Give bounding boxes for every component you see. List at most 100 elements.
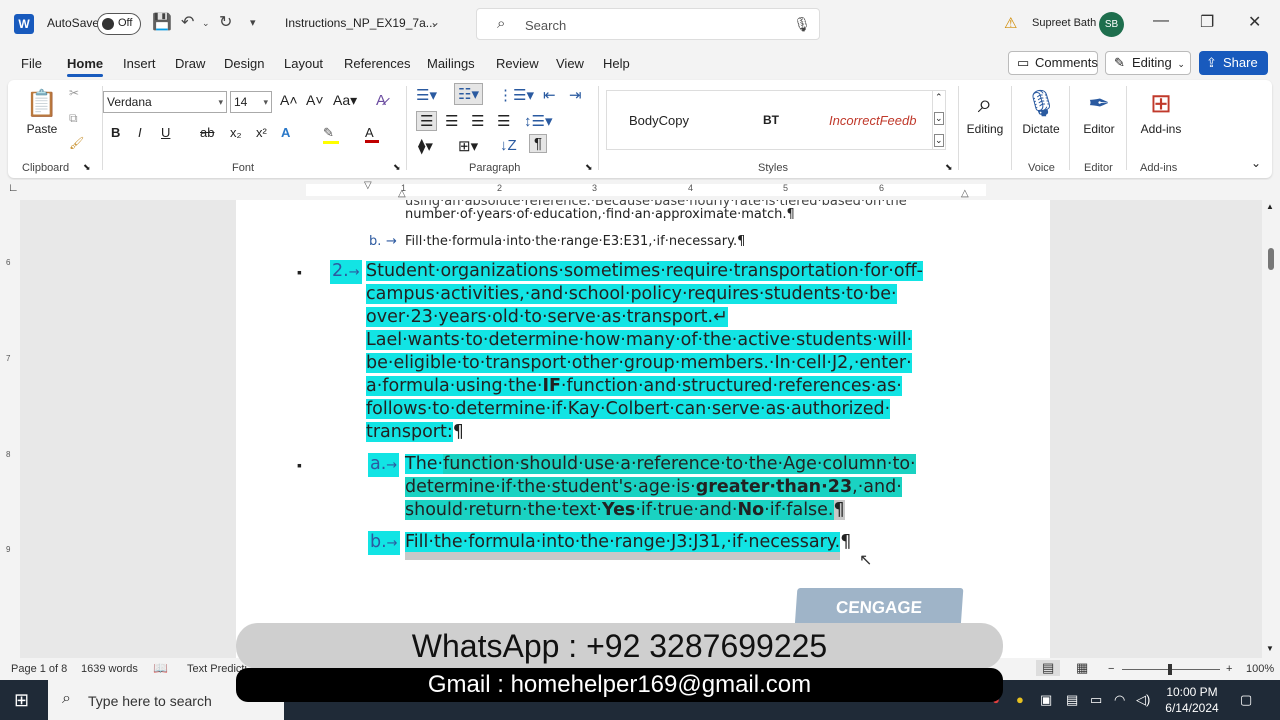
borders-icon[interactable]: ⊞▾	[458, 137, 478, 155]
zoom-in-icon[interactable]: +	[1226, 663, 1232, 675]
align-right-icon[interactable]: ☰	[471, 112, 484, 130]
chevron-down-icon[interactable]: ⌄	[934, 112, 944, 125]
editor-button[interactable]: ✒ Editor	[1074, 84, 1124, 136]
tab-selector-icon[interactable]: ∟	[8, 182, 19, 194]
search-box[interactable]: ⌕ Search 🎙	[476, 8, 820, 40]
tab-draw[interactable]: Draw	[175, 56, 205, 71]
align-center-icon[interactable]: ☰	[445, 112, 458, 130]
first-line-indent-marker[interactable]: ▽	[364, 180, 372, 191]
zoom-out-icon[interactable]: −	[1108, 663, 1114, 675]
superscript-icon[interactable]: x²	[256, 125, 267, 140]
styles-scroll[interactable]: ⌃ ⌄ ⌄	[932, 90, 946, 150]
wifi-icon[interactable]: ◠	[1114, 692, 1125, 708]
tab-home[interactable]: Home	[67, 56, 104, 77]
multilevel-list-icon[interactable]: ⋮☰▾	[498, 86, 534, 104]
bold-icon[interactable]: B	[111, 125, 120, 140]
web-layout-icon[interactable]: ▦	[1076, 660, 1088, 676]
show-formatting-marks-icon[interactable]: ¶	[529, 134, 548, 153]
format-painter-icon[interactable]: 🖌	[69, 136, 84, 150]
increase-indent-icon[interactable]: ⇥	[569, 86, 582, 104]
close-icon[interactable]: ✕	[1248, 12, 1261, 32]
restore-icon[interactable]: ❐	[1200, 12, 1214, 32]
autosave-toggle[interactable]: Off	[97, 13, 141, 35]
tab-references[interactable]: References	[344, 56, 410, 71]
tab-review[interactable]: Review	[496, 56, 539, 71]
windows-start-icon[interactable]: ⊞	[14, 690, 29, 711]
tab-help[interactable]: Help	[603, 56, 630, 71]
align-left-icon[interactable]: ☰	[416, 111, 438, 131]
clipboard-launcher-icon[interactable]: ⬊	[83, 162, 91, 173]
paste-button[interactable]: 📋 Paste	[22, 84, 62, 136]
list-item-text[interactable]: The·function·should·use·a·reference·to·t…	[405, 453, 985, 522]
style-incorrectfeedback[interactable]: IncorrectFeedb	[829, 113, 927, 128]
battery-icon[interactable]: ▭	[1090, 692, 1102, 708]
copy-icon[interactable]: ⧉	[69, 111, 78, 126]
title-dropdown-icon[interactable]: ⌄	[430, 15, 440, 29]
list-item-text[interactable]: Fill·the·formula·into·the·range·J3:J31,·…	[405, 531, 851, 560]
volume-icon[interactable]: ◁)	[1136, 692, 1150, 708]
system-clock[interactable]: 10:00 PM 6/14/2024	[1156, 684, 1228, 716]
highlight-color-icon[interactable]: ✎	[323, 125, 339, 144]
zoom-slider-thumb[interactable]	[1168, 664, 1172, 675]
page-count[interactable]: Page 1 of 8	[11, 663, 67, 675]
microphone-icon[interactable]: 🎙	[793, 16, 811, 33]
tab-file[interactable]: File	[21, 56, 42, 71]
document-title[interactable]: Instructions_NP_EX19_7a...	[285, 16, 436, 30]
comments-button[interactable]: ▭ Comments	[1008, 51, 1098, 75]
change-case-icon[interactable]: Aa▾	[333, 92, 357, 109]
tab-mailings[interactable]: Mailings	[427, 56, 475, 71]
editing-button[interactable]: ⌕ Editing	[960, 84, 1010, 136]
app-tray-icon[interactable]: ●	[1016, 692, 1024, 707]
avatar[interactable]: SB	[1099, 12, 1124, 37]
scroll-thumb[interactable]	[1268, 248, 1274, 270]
styles-launcher-icon[interactable]: ⬊	[945, 162, 953, 173]
styles-more-icon[interactable]: ⌄	[934, 134, 944, 147]
shading-icon[interactable]: ⧫▾	[418, 137, 433, 155]
editing-mode-button[interactable]: ✎ Editing ⌄	[1105, 51, 1191, 75]
list-item-text[interactable]: Student·organizations·sometimes·require·…	[366, 260, 976, 444]
shrink-font-icon[interactable]: A˅	[306, 92, 324, 108]
sort-icon[interactable]: ↓Z	[500, 137, 517, 154]
hanging-indent-marker[interactable]: △	[398, 188, 406, 199]
cut-icon[interactable]: ✂	[69, 86, 79, 100]
share-button[interactable]: ⇪ Share	[1199, 51, 1268, 75]
justify-icon[interactable]: ☰	[497, 112, 510, 130]
print-layout-icon[interactable]: ▤	[1036, 660, 1061, 676]
collapse-ribbon-icon[interactable]: ⌄	[1251, 156, 1261, 170]
numbering-icon[interactable]: ☷▾	[454, 83, 483, 105]
tab-design[interactable]: Design	[224, 56, 264, 71]
scroll-up-icon[interactable]: ▲	[1266, 202, 1274, 211]
font-size-select[interactable]: 14 ▾	[230, 91, 272, 113]
word-count[interactable]: 1639 words	[81, 663, 138, 675]
style-bt[interactable]: BT	[763, 113, 779, 127]
scroll-down-icon[interactable]: ▼	[1266, 644, 1274, 653]
document-page[interactable]: using·an·absolute·reference.·Because·bas…	[236, 200, 1050, 658]
undo-icon[interactable]: ↶	[181, 12, 194, 32]
right-indent-marker[interactable]: △	[961, 188, 969, 199]
chevron-up-icon[interactable]: ⌃	[935, 92, 943, 103]
tray-icon[interactable]: ▣	[1040, 692, 1052, 708]
underline-icon[interactable]: U	[161, 125, 170, 140]
font-color-icon[interactable]: A	[365, 125, 379, 143]
subscript-icon[interactable]: x₂	[230, 125, 242, 140]
addins-button[interactable]: ⊞ Add-ins	[1132, 84, 1190, 136]
dictate-button[interactable]: 🎙 Dictate	[1016, 84, 1066, 136]
user-name[interactable]: Supreet Bath	[1032, 17, 1096, 29]
style-bodycopy[interactable]: BodyCopy	[629, 113, 689, 128]
undo-dropdown-icon[interactable]: ⌄	[202, 18, 210, 29]
clear-formatting-icon[interactable]: A̷	[376, 92, 386, 109]
tab-view[interactable]: View	[556, 56, 584, 71]
proofing-icon[interactable]: 📖	[153, 661, 168, 675]
tab-layout[interactable]: Layout	[284, 56, 323, 71]
redo-icon[interactable]: ↻	[219, 12, 232, 32]
save-icon[interactable]: 💾	[152, 12, 172, 32]
font-launcher-icon[interactable]: ⬊	[393, 162, 401, 173]
notifications-icon[interactable]: ▢	[1240, 692, 1252, 708]
line-spacing-icon[interactable]: ↕☰▾	[524, 112, 552, 130]
customize-toolbar-icon[interactable]: ▾	[250, 16, 256, 29]
bullets-icon[interactable]: ☰▾	[416, 86, 437, 104]
warning-icon[interactable]: ⚠	[1004, 14, 1017, 32]
text-effects-icon[interactable]: A	[281, 125, 290, 140]
tray-icon[interactable]: ▤	[1066, 692, 1078, 708]
italic-icon[interactable]: I	[138, 125, 142, 140]
